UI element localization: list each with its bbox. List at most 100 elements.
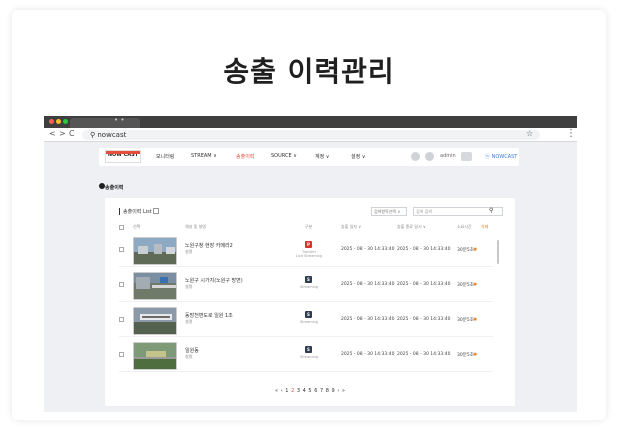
browser-window: • • < > C ⚲ nowcast ☆ ⋮ NOW CAST 모니터링 ST… <box>44 116 577 412</box>
table-row[interactable]: 노원구청 현장 카메라2 설명 P Transfer Live Streaming… <box>119 235 493 267</box>
select-all-checkbox[interactable] <box>119 225 124 230</box>
section-title: 송출이력 <box>105 185 124 191</box>
stream-title[interactable]: 동방천변도로 일원 1조 <box>185 312 233 319</box>
delete-icon[interactable]: ✱ <box>473 317 477 323</box>
page-4[interactable]: 4 <box>303 388 306 394</box>
stream-desc: 설명 <box>185 284 193 289</box>
list-title: 송출이력 List <box>119 208 152 215</box>
logo-accent-bar <box>106 151 140 154</box>
page-7[interactable]: 7 <box>320 388 323 394</box>
row-checkbox[interactable] <box>119 247 124 252</box>
nav-account[interactable]: 계정 ∨ <box>315 153 329 160</box>
logout-button[interactable] <box>461 152 472 161</box>
type-label: Transfer Live Streaming <box>295 250 323 258</box>
bookmark-star-icon[interactable]: ☆ <box>526 129 533 138</box>
url-text: nowcast <box>97 131 127 139</box>
page-9[interactable]: 9 <box>332 388 335 394</box>
app-header: NOW CAST 모니터링 STREAM ∨ 송출이력 SOURCE ∨ 계정 … <box>99 148 519 166</box>
next-page-button[interactable]: › <box>337 388 339 394</box>
end-time: 2025 - 08 - 30 14:33:40 <box>397 282 451 287</box>
row-checkbox[interactable] <box>119 282 124 287</box>
close-dot-icon[interactable] <box>49 119 54 124</box>
header-select: 선택 <box>133 224 141 229</box>
brand-label: ⓝ NOWCAST <box>485 154 518 160</box>
stream-desc: 설명 <box>185 319 193 324</box>
row-checkbox[interactable] <box>119 317 124 322</box>
header-channel: 채널 및 설명 <box>185 224 206 229</box>
header-delete: 삭제 <box>481 224 489 229</box>
stream-desc: 설명 <box>185 354 193 359</box>
first-page-button[interactable]: « <box>275 388 278 394</box>
header-end-date[interactable]: 송출 종료 일시 ∨ <box>397 224 426 230</box>
table-row[interactable]: 일원동 설명 S Streaming 2025 - 08 - 30 14:33:… <box>119 340 493 372</box>
reload-icon[interactable]: C <box>69 129 75 138</box>
pagination: « ‹ 1 2 3 4 5 6 7 8 9 › » <box>105 388 515 394</box>
table-row[interactable]: 노원구 시가지(노원구 방면) 설명 S Streaming 2025 - 08… <box>119 270 493 302</box>
nowcast-logo[interactable]: NOW CAST <box>105 150 141 163</box>
thumbnail-image <box>134 273 176 299</box>
end-time: 2025 - 08 - 30 14:33:40 <box>397 317 451 322</box>
duration: 30분5초 <box>457 318 474 323</box>
back-arrow-icon[interactable]: < <box>49 129 56 138</box>
user-name: admin <box>440 153 456 159</box>
nav-monitoring[interactable]: 모니터링 <box>156 153 174 160</box>
stream-thumbnail[interactable] <box>133 237 177 265</box>
forward-arrow-icon[interactable]: > <box>59 129 66 138</box>
browser-menu-icon[interactable]: ⋮ <box>566 128 576 139</box>
header-duration: 소요시간 <box>457 224 472 229</box>
type-badge: S <box>305 311 312 318</box>
url-input[interactable]: ⚲ nowcast <box>82 130 540 140</box>
row-checkbox[interactable] <box>119 352 124 357</box>
stream-thumbnail[interactable] <box>133 342 177 370</box>
browser-tab[interactable] <box>70 118 140 128</box>
browser-titlebar: • • <box>44 116 577 128</box>
header-start-date[interactable]: 송출 일자 ∨ <box>341 224 361 230</box>
nav-stream[interactable]: STREAM ∨ <box>191 153 217 159</box>
nav-history[interactable]: 송출이력 <box>236 153 254 160</box>
search-icon[interactable]: ⚲ <box>489 207 493 214</box>
start-time: 2025 - 08 - 30 14:33:40 <box>341 282 395 287</box>
type-label: Streaming <box>299 285 319 289</box>
delete-icon[interactable]: ✱ <box>473 352 477 358</box>
table-row[interactable]: 동방천변도로 일원 1조 설명 S Streaming 2025 - 08 - … <box>119 305 493 337</box>
page-2[interactable]: 2 <box>291 388 294 394</box>
page-8[interactable]: 8 <box>326 388 329 394</box>
type-badge: S <box>305 276 312 283</box>
nav-source[interactable]: SOURCE ∨ <box>271 153 297 159</box>
type-label: Streaming <box>299 320 319 324</box>
header-type: 구분 <box>305 224 313 229</box>
stream-thumbnail[interactable] <box>133 272 177 300</box>
page-5[interactable]: 5 <box>308 388 311 394</box>
search-icon: ⚲ <box>90 131 96 139</box>
search-field-select[interactable]: 검색항목선택 ∨ <box>371 207 407 216</box>
maximize-dot-icon[interactable] <box>63 119 68 124</box>
user-avatar-icon[interactable] <box>425 152 434 161</box>
minimize-dot-icon[interactable] <box>56 119 61 124</box>
delete-icon[interactable]: ✱ <box>473 247 477 253</box>
page-heading: 송출 이력관리 <box>223 55 395 88</box>
start-time: 2025 - 08 - 30 14:33:40 <box>341 247 395 252</box>
table-header: 선택 채널 및 설명 구분 송출 일자 ∨ 송출 종료 일시 ∨ 소요시간 삭제 <box>119 223 499 233</box>
stream-desc: 설명 <box>185 249 193 254</box>
last-page-button[interactable]: » <box>342 388 345 394</box>
thumbnail-image <box>134 308 176 334</box>
duration: 30분5초 <box>457 248 474 253</box>
stream-title[interactable]: 노원구청 현장 카메라2 <box>185 242 233 249</box>
delete-icon[interactable]: ✱ <box>473 282 477 288</box>
tab-dots: • • <box>114 116 125 124</box>
type-label: Streaming <box>299 355 319 359</box>
stream-title[interactable]: 노원구 시가지(노원구 방면) <box>185 277 243 284</box>
page-3[interactable]: 3 <box>297 388 300 394</box>
expand-icon[interactable] <box>153 208 159 214</box>
stream-thumbnail[interactable] <box>133 307 177 335</box>
start-time: 2025 - 08 - 30 14:33:40 <box>341 317 395 322</box>
prev-page-button[interactable]: ‹ <box>281 388 283 394</box>
thumbnail-image <box>134 238 176 264</box>
page-1[interactable]: 1 <box>285 388 288 394</box>
history-panel: 송출이력 List 검색항목선택 ∨ 검색 검색 ⚲ 선택 채널 및 설명 구분… <box>105 198 515 406</box>
page-6[interactable]: 6 <box>314 388 317 394</box>
notification-icon[interactable] <box>411 152 420 161</box>
stream-title[interactable]: 일원동 <box>185 347 199 354</box>
nav-settings[interactable]: 설정 ∨ <box>351 153 365 160</box>
list-scrollbar[interactable] <box>497 240 499 264</box>
